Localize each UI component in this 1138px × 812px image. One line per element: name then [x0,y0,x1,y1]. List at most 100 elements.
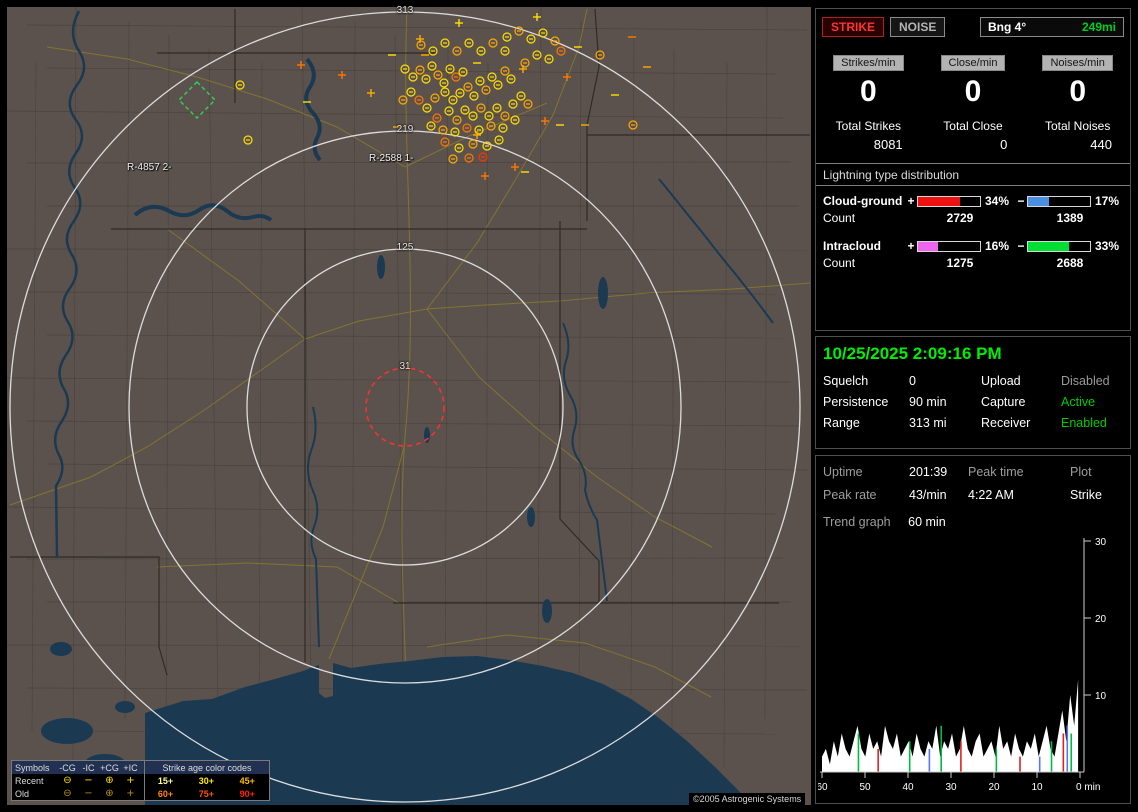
range-ring-label: 125 [396,242,414,253]
range-setting-value: 313 mi [909,416,947,430]
svg-text:60: 60 [818,782,828,793]
lightning-map[interactable]: 313 219 125 31 R-4857 2- R-2588 1- Symbo… [6,5,811,805]
noises-per-min-chip: Noises/min [1042,55,1113,71]
circle-plus-icon: ⊕ [105,787,114,799]
plus-icon: + [126,787,135,799]
uptime-value: 201:39 [909,465,948,479]
cg-pos-pct: 34% [985,194,1010,208]
range-value: 249mi [1081,20,1116,34]
copyright-text: ©2005 Astrogenic Systems [689,793,806,805]
strike-stats-panel: STRIKE NOISE Bng 4° 249mi Strikes/min Cl… [815,8,1131,331]
plus-sign: + [907,194,915,208]
circle-plus-icon: ⊕ [105,774,114,786]
ic-neg-pct: 33% [1095,239,1120,253]
legend-row-old: Old [15,788,30,799]
upload-label: Upload [981,374,1021,388]
strikes-per-min-chip: Strikes/min [833,55,904,71]
svg-text:50: 50 [859,782,871,793]
cloud-ground-label: Cloud-ground [823,194,903,208]
svg-text:0 min: 0 min [1076,782,1100,793]
range-ring-label: 31 [399,361,411,372]
strikes-per-min-value: 0 [859,75,877,108]
status-panel: 10/25/2025 2:09:16 PM Squelch 0 Upload D… [815,336,1131,449]
peak-rate-label: Peak rate [823,488,877,502]
legend-col-neg-ic: -IC [82,762,95,773]
legend-col-pos-ic: +IC [123,762,138,773]
minus-sign: − [1017,239,1025,253]
receiver-label: Receiver [981,416,1031,430]
trend-graph-label: Trend graph [823,515,891,529]
svg-text:40: 40 [902,782,914,793]
svg-text:20: 20 [988,782,1000,793]
age-code: 75+ [198,788,214,799]
intracloud-label: Intracloud [823,239,882,253]
noise-mode-button[interactable]: NOISE [890,17,946,37]
minus-sign: − [1017,194,1025,208]
peak-time-value: 4:22 AM [968,488,1014,502]
close-per-min-chip: Close/min [940,55,1006,71]
datetime-display: 10/25/2025 2:09:16 PM [823,344,1002,363]
squelch-value: 0 [909,374,916,388]
ic-pos-pct: 16% [985,239,1010,253]
ic-pos-bar [917,240,981,252]
svg-text:10: 10 [1031,782,1043,793]
map-legend: Symbols -CG -IC +CG +IC Recent ⊖ − ⊕ + O… [11,760,270,801]
age-code: 45+ [239,775,255,786]
legend-row-recent: Recent [15,775,44,786]
age-code: 15+ [157,775,174,786]
noises-per-min-value: 0 [1069,75,1086,108]
trend-window-value: 60 min [908,515,946,529]
plot-mode-value: Strike [1070,488,1102,502]
range-label: Range [823,416,860,430]
total-strikes-value: 8081 [873,137,903,152]
cg-neg-count: 1389 [1056,211,1084,225]
minus-icon: − [84,774,93,786]
ic-pos-count: 1275 [946,256,974,270]
svg-text:10: 10 [1095,691,1107,702]
total-noises-value: 440 [1090,137,1112,152]
cg-neg-bar [1027,195,1091,207]
legend-age-title: Strike age color codes [162,762,252,773]
circle-minus-icon: ⊖ [63,774,72,786]
cg-neg-pct: 17% [1095,194,1120,208]
ic-neg-count: 2688 [1056,256,1084,270]
ic-neg-bar [1027,240,1091,252]
total-close-label: Total Close [943,119,1003,133]
total-strikes-label: Total Strikes [835,119,901,133]
storm-cell-label: R-2588 1- [369,153,414,164]
receiver-status: Enabled [1061,416,1107,430]
svg-text:30: 30 [1095,537,1107,548]
total-noises-label: Total Noises [1044,119,1111,133]
svg-text:30: 30 [945,782,957,793]
svg-text:20: 20 [1095,614,1107,625]
uptime-label: Uptime [823,465,863,479]
age-code: 60+ [157,788,174,799]
age-code: 90+ [239,788,255,799]
capture-status: Active [1061,395,1096,409]
storm-cell-label: R-4857 2- [127,162,172,173]
age-code: 30+ [198,775,214,786]
peak-time-label: Peak time [968,465,1024,479]
legend-col-pos-cg: +CG [100,762,119,773]
cg-pos-count: 2729 [946,211,974,225]
persistence-value: 90 min [909,395,947,409]
range-ring-label: 219 [396,124,414,135]
count-label: Count [823,256,856,270]
persistence-label: Persistence [823,395,889,409]
total-close-value: 0 [1000,137,1008,152]
peak-rate-value: 43/min [909,488,947,502]
close-per-min-value: 0 [964,75,982,108]
distribution-title: Lightning type distribution [823,168,960,182]
bearing-range-display: Bng 4° 249mi [980,17,1124,37]
plus-icon: + [126,774,135,786]
minus-icon: − [84,787,93,799]
count-label: Count [823,211,856,225]
range-ring-label: 313 [396,5,414,16]
plus-sign: + [907,239,915,253]
session-panel: Uptime 201:39 Peak time Plot Peak rate 4… [815,455,1131,804]
bearing-value: Bng 4° [988,20,1027,34]
strike-mode-button[interactable]: STRIKE [822,17,885,37]
cg-pos-bar [917,195,981,207]
capture-label: Capture [981,395,1026,409]
upload-status: Disabled [1061,374,1110,388]
